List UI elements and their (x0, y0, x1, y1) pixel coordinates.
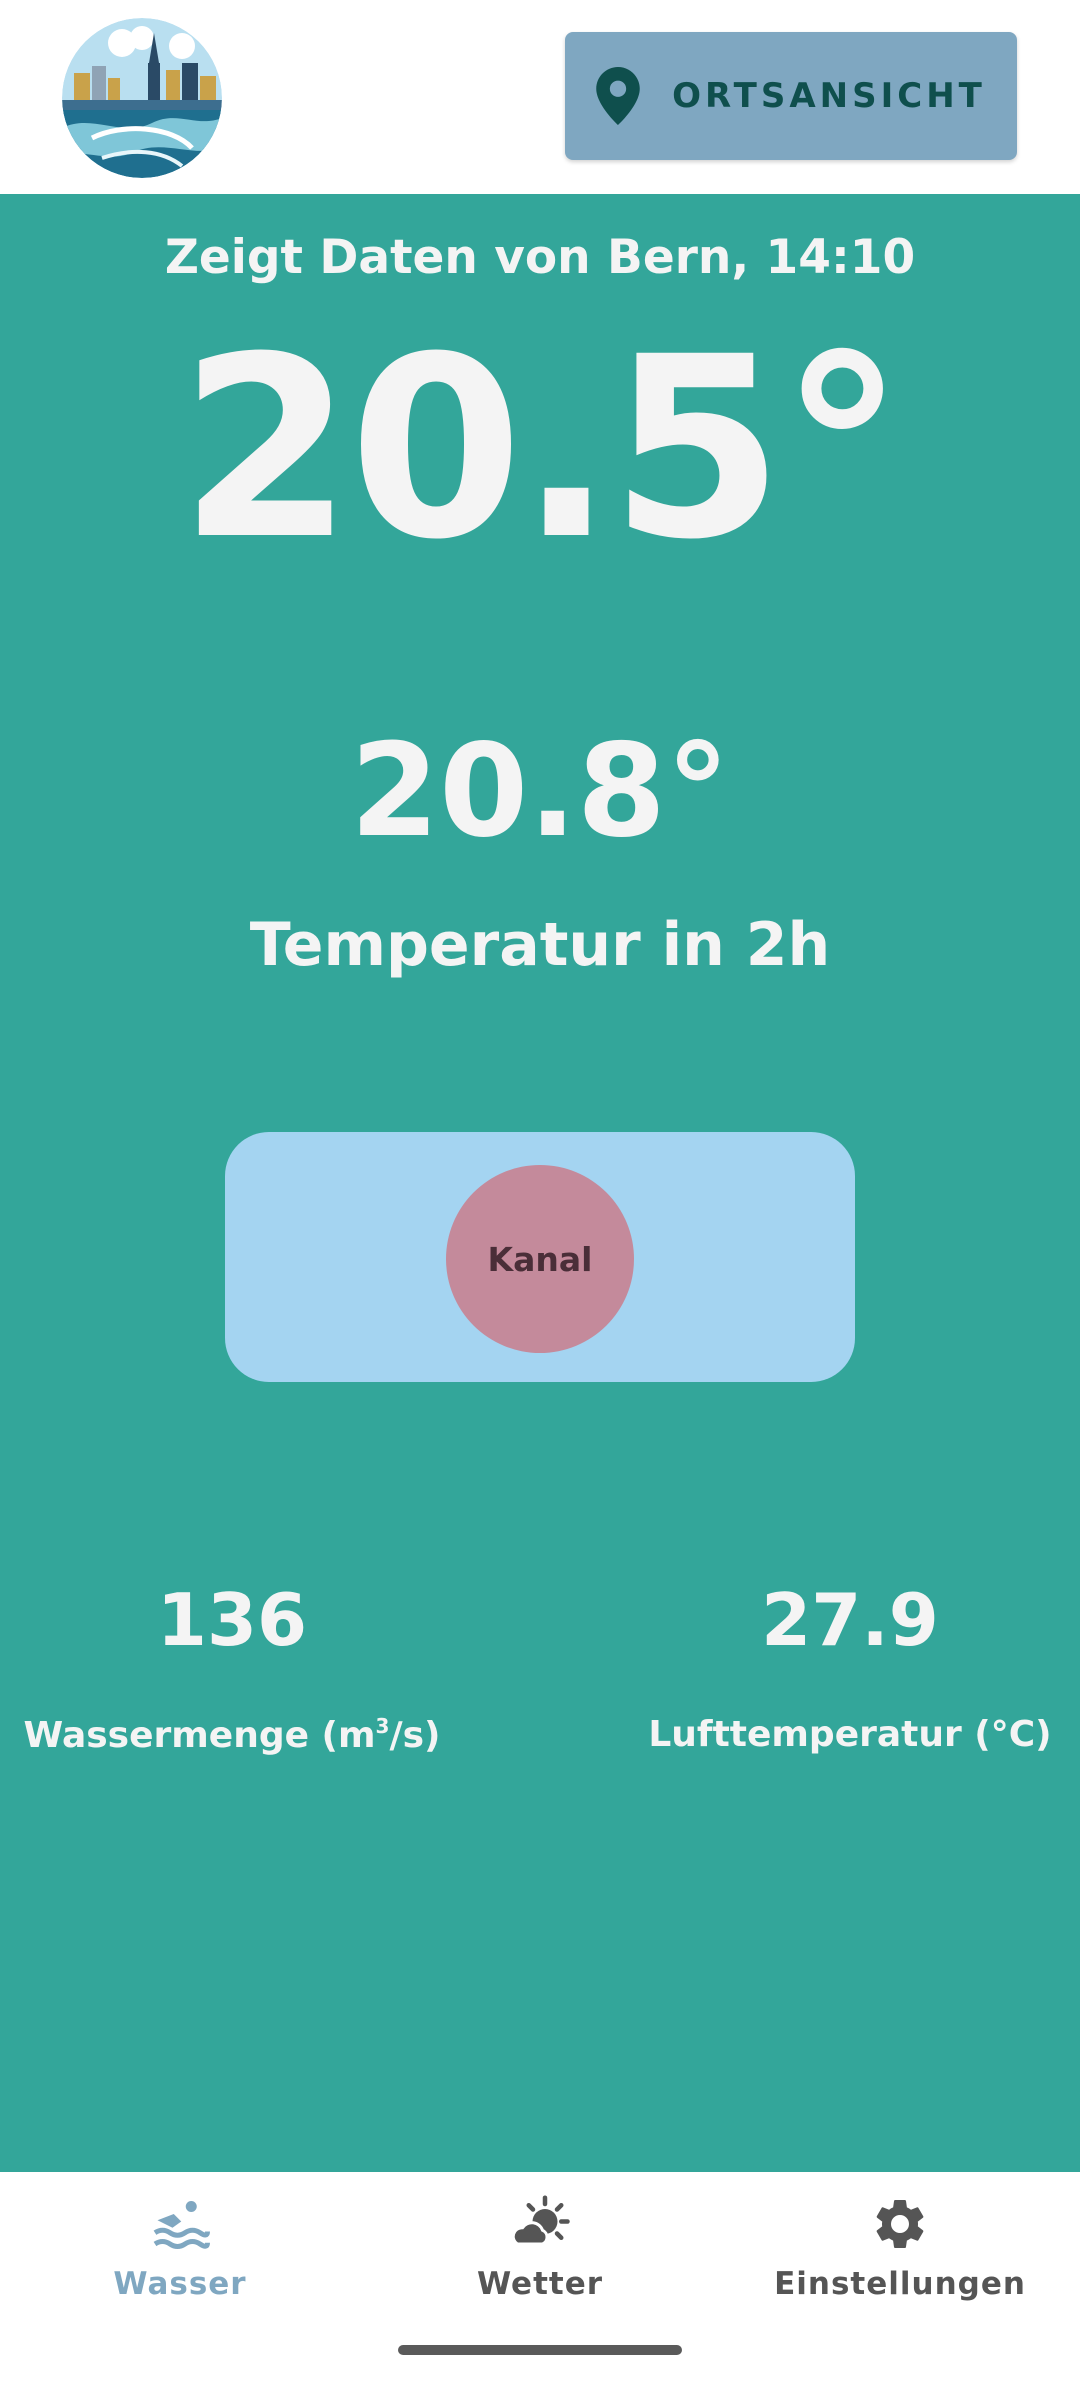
toggle-knob-label: Kanal (487, 1239, 593, 1279)
gear-icon (876, 2200, 924, 2248)
location-toggle[interactable]: Kanal (225, 1132, 855, 1382)
app-header: ORTSANSICHT (0, 0, 1080, 194)
location-view-label: ORTSANSICHT (672, 76, 986, 116)
sun-cloud-icon (511, 2195, 570, 2246)
forecast-temperature: 20.8° (350, 717, 730, 866)
water-flow-stat: 136 Wassermenge (m3/s) (0, 1584, 482, 1756)
app-screen: ORTSANSICHT Zeigt Daten von Bern, 14:10 … (0, 0, 1080, 2383)
forecast-temperature-label: Temperatur in 2h (249, 910, 831, 980)
nav-label-wetter: Wetter (476, 2266, 604, 2302)
nav-label-einstellungen: Einstellungen (774, 2266, 1026, 2302)
air-temperature-label: Lufttemperatur (°C) (648, 1714, 1052, 1755)
home-indicator[interactable] (398, 2345, 682, 2355)
data-source-subtitle: Zeigt Daten von Bern, 14:10 (164, 230, 916, 285)
air-temperature-value: 27.9 (761, 1578, 939, 1662)
water-flow-label: Wassermenge (m3/s) (23, 1714, 441, 1756)
water-view: Zeigt Daten von Bern, 14:10 20.5° 20.8° … (0, 194, 1080, 2172)
current-water-temperature: 20.5° (179, 303, 905, 594)
nav-item-wasser[interactable]: Wasser (0, 2194, 360, 2314)
toggle-knob[interactable]: Kanal (446, 1165, 634, 1353)
nav-item-einstellungen[interactable]: Einstellungen (720, 2194, 1080, 2314)
city-river-logo-icon (62, 18, 222, 178)
water-flow-value: 136 (156, 1578, 308, 1662)
air-temperature-stat: 27.9 Lufttemperatur (°C) (600, 1584, 1080, 1755)
location-view-button[interactable]: ORTSANSICHT (565, 32, 1017, 160)
nav-label-wasser: Wasser (113, 2266, 247, 2302)
swimmer-icon (153, 2201, 210, 2249)
location-pin-icon (596, 67, 640, 125)
nav-item-wetter[interactable]: Wetter (360, 2194, 720, 2314)
